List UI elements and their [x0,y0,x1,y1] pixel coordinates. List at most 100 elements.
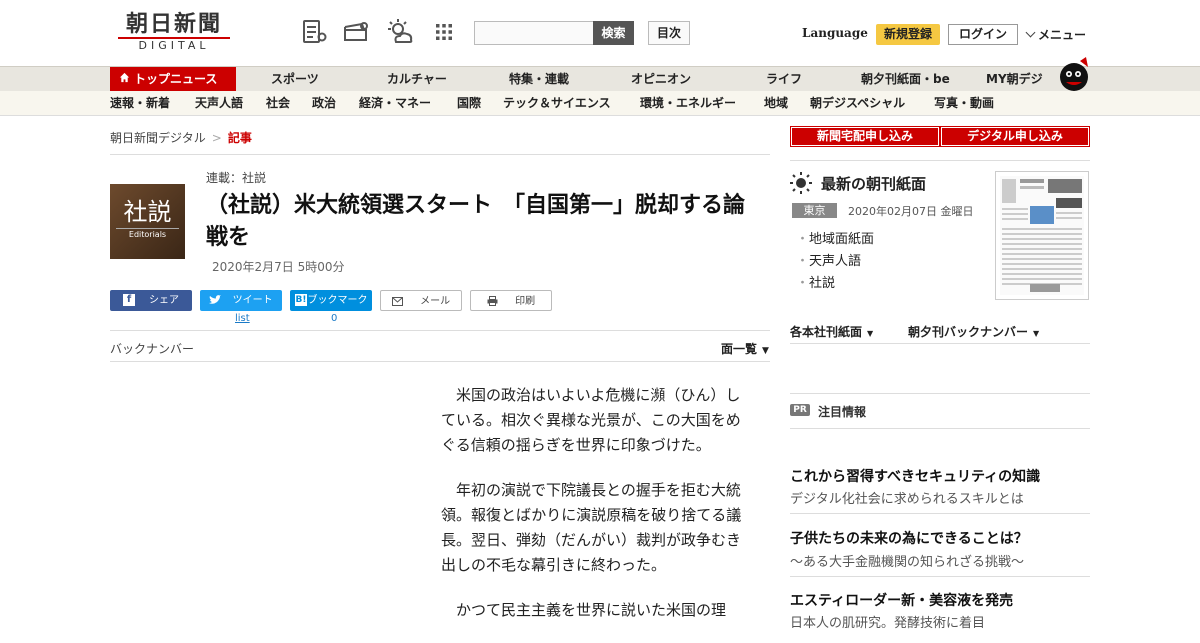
divider [790,160,1090,161]
pr-badge: PR [790,404,810,416]
newspaper-icon[interactable] [300,18,328,46]
weather-icon[interactable] [386,18,414,46]
search-button[interactable]: 検索 [593,21,634,45]
facebook-share-button[interactable]: f シェア [110,290,192,311]
region-tag: 東京 [792,203,837,218]
toc-button[interactable]: 目次 [648,21,690,45]
pr-heading: 注目情報 [818,405,867,419]
editorial-badge[interactable]: 社説 Editorials [110,184,185,259]
back-number-label: 朝夕刊バックナンバー [908,325,1029,339]
twitter-icon [209,295,224,306]
link-editorial[interactable]: 社説 [796,272,835,291]
main-office-prefix: 各 [790,325,803,339]
print-icon [487,296,501,307]
ad-title[interactable]: これから習得すべきセキュリティの知識 [790,466,1040,486]
article-body: 米国の政治はいよいよ危機に瀕（ひん）している。相次ぐ異様な光景が、この大国をめぐ… [441,383,747,643]
nav-life[interactable]: ライフ [766,67,802,92]
link-tenseijingo[interactable]: 天声人語 [796,250,861,269]
menu-label: メニュー [1038,28,1087,42]
menu-button[interactable]: メニュー [1025,26,1087,43]
back-number-link[interactable]: バックナンバー [110,340,194,357]
nav-opinion[interactable]: オピニオン [631,67,691,92]
latest-paper-date: 2020年02月07日 金曜日 [848,205,974,218]
nav-environment[interactable]: 環境・エネルギー [640,91,736,116]
nav-tenseijingo[interactable]: 天声人語 [195,91,243,116]
login-button[interactable]: ログイン [948,24,1018,45]
facebook-share-label: シェア [149,295,179,306]
register-button[interactable]: 新規登録 [876,24,940,45]
nav-politics[interactable]: 政治 [312,91,336,116]
home-icon [119,67,130,92]
newspaper-thumbnail[interactable] [995,171,1089,300]
breadcrumb: 朝日新聞デジタル > 記事 [110,129,252,146]
editorial-badge-en: Editorials [116,228,179,241]
home-delivery-button[interactable]: 新聞宅配申し込み [790,126,940,147]
latest-paper-heading[interactable]: 最新の朝刊紙面 [821,173,926,194]
divider [790,576,1090,577]
nav-local[interactable]: 地域 [764,91,788,116]
hatena-count[interactable]: 0 [331,313,337,324]
ad-title[interactable]: エスティローダー新・美容液を発売 [790,590,1013,610]
grid-apps-icon[interactable] [430,18,458,46]
nav-special[interactable]: 朝デジスペシャル [810,91,905,116]
breadcrumb-current: 記事 [227,131,252,145]
article-paragraph: 年初の演説で下院議長との握手を拒む大統領。報復とばかりに演説原稿を破り捨てる議長… [441,481,742,574]
hatena-icon: B! [294,294,308,306]
triangle-down-icon: ▼ [762,346,769,356]
triangle-down-icon: ▼ [867,329,874,338]
divider [110,361,770,362]
page-list-label: 面一覧 [721,342,758,356]
logo-sub-text: DIGITAL [118,37,230,53]
site-header: 朝日新聞 DIGITAL 検索 目次 Language 新規登録 ログイン メニ… [0,0,1200,66]
back-number-dropdown[interactable]: 朝夕刊バックナンバー ▼ [908,323,1039,340]
site-logo[interactable]: 朝日新聞 DIGITAL [118,12,230,54]
nav-photo-video[interactable]: 写真・動画 [934,91,994,116]
twitter-share-button[interactable]: ツイート [200,290,282,311]
ad-title[interactable]: 子供たちの未来の為にできることは？ [790,528,1028,548]
ad-subtitle[interactable]: 日本人の肌研究。発酵技術に着目 [790,612,985,631]
search-input[interactable] [474,21,594,45]
nav-economy[interactable]: 経済・マネー [359,91,431,116]
nav-paper-be[interactable]: 朝夕刊紙面・be [861,67,950,92]
newspaper-page-icon [1000,176,1084,295]
facebook-icon: f [123,294,135,306]
language-link[interactable]: Language [802,26,868,40]
nav-tech-science[interactable]: テック＆サイエンス [503,91,611,116]
ad-subtitle[interactable]: デジタル化社会に求められるスキルとは [790,488,1024,507]
secondary-nav: 速報・新着 天声人語 社会 政治 経済・マネー 国際 テック＆サイエンス 環境・… [0,91,1200,116]
divider [110,154,770,155]
twitter-count[interactable]: list [235,313,250,324]
ad-subtitle[interactable]: ～ある大手金融機関の知られざる挑戦～ [790,551,1024,570]
hatena-bookmark-button[interactable]: B!ブックマーク [290,290,372,311]
hatena-bookmark-label: ブックマーク [307,295,368,306]
nav-international[interactable]: 国際 [457,91,481,116]
breadcrumb-home[interactable]: 朝日新聞デジタル [110,131,206,145]
editorial-badge-kanji: 社説 [123,198,172,226]
nav-sports[interactable]: スポーツ [271,67,319,92]
article-paragraph: かつて民主主義を世界に説いた米国の理 [456,601,727,619]
divider [790,428,1090,429]
nav-society[interactable]: 社会 [266,91,290,116]
link-local-paper[interactable]: 地域面紙面 [796,228,874,247]
print-label: 印刷 [515,296,536,307]
nav-culture[interactable]: カルチャー [387,67,447,92]
mascot-icon[interactable] [1056,57,1092,93]
twitter-share-label: ツイート [232,295,273,306]
nav-breaking[interactable]: 速報・新着 [110,91,170,116]
divider [790,393,1090,394]
nav-top-news[interactable]: トップニュース [110,67,236,92]
nav-features[interactable]: 特集・連載 [509,67,569,92]
main-office-paper-dropdown[interactable]: 各本社刊紙面 ▼ [790,323,873,340]
nav-my-asadigi[interactable]: MY朝デジ [986,67,1043,92]
print-button[interactable]: 印刷 [470,290,552,311]
mail-share-button[interactable]: メール [380,290,462,311]
divider [110,330,770,331]
primary-nav: トップニュース スポーツ カルチャー 特集・連載 オピニオン ライフ 朝夕刊紙面… [0,57,1200,92]
divider [790,513,1090,514]
series-label[interactable]: 連載：社説 [206,169,266,186]
divider [790,343,1090,344]
sun-icon [790,172,812,194]
page-list-dropdown[interactable]: 面一覧 ▼ [721,340,769,357]
digital-subscribe-button[interactable]: デジタル申し込み [940,126,1090,147]
ticket-icon[interactable] [342,18,370,46]
